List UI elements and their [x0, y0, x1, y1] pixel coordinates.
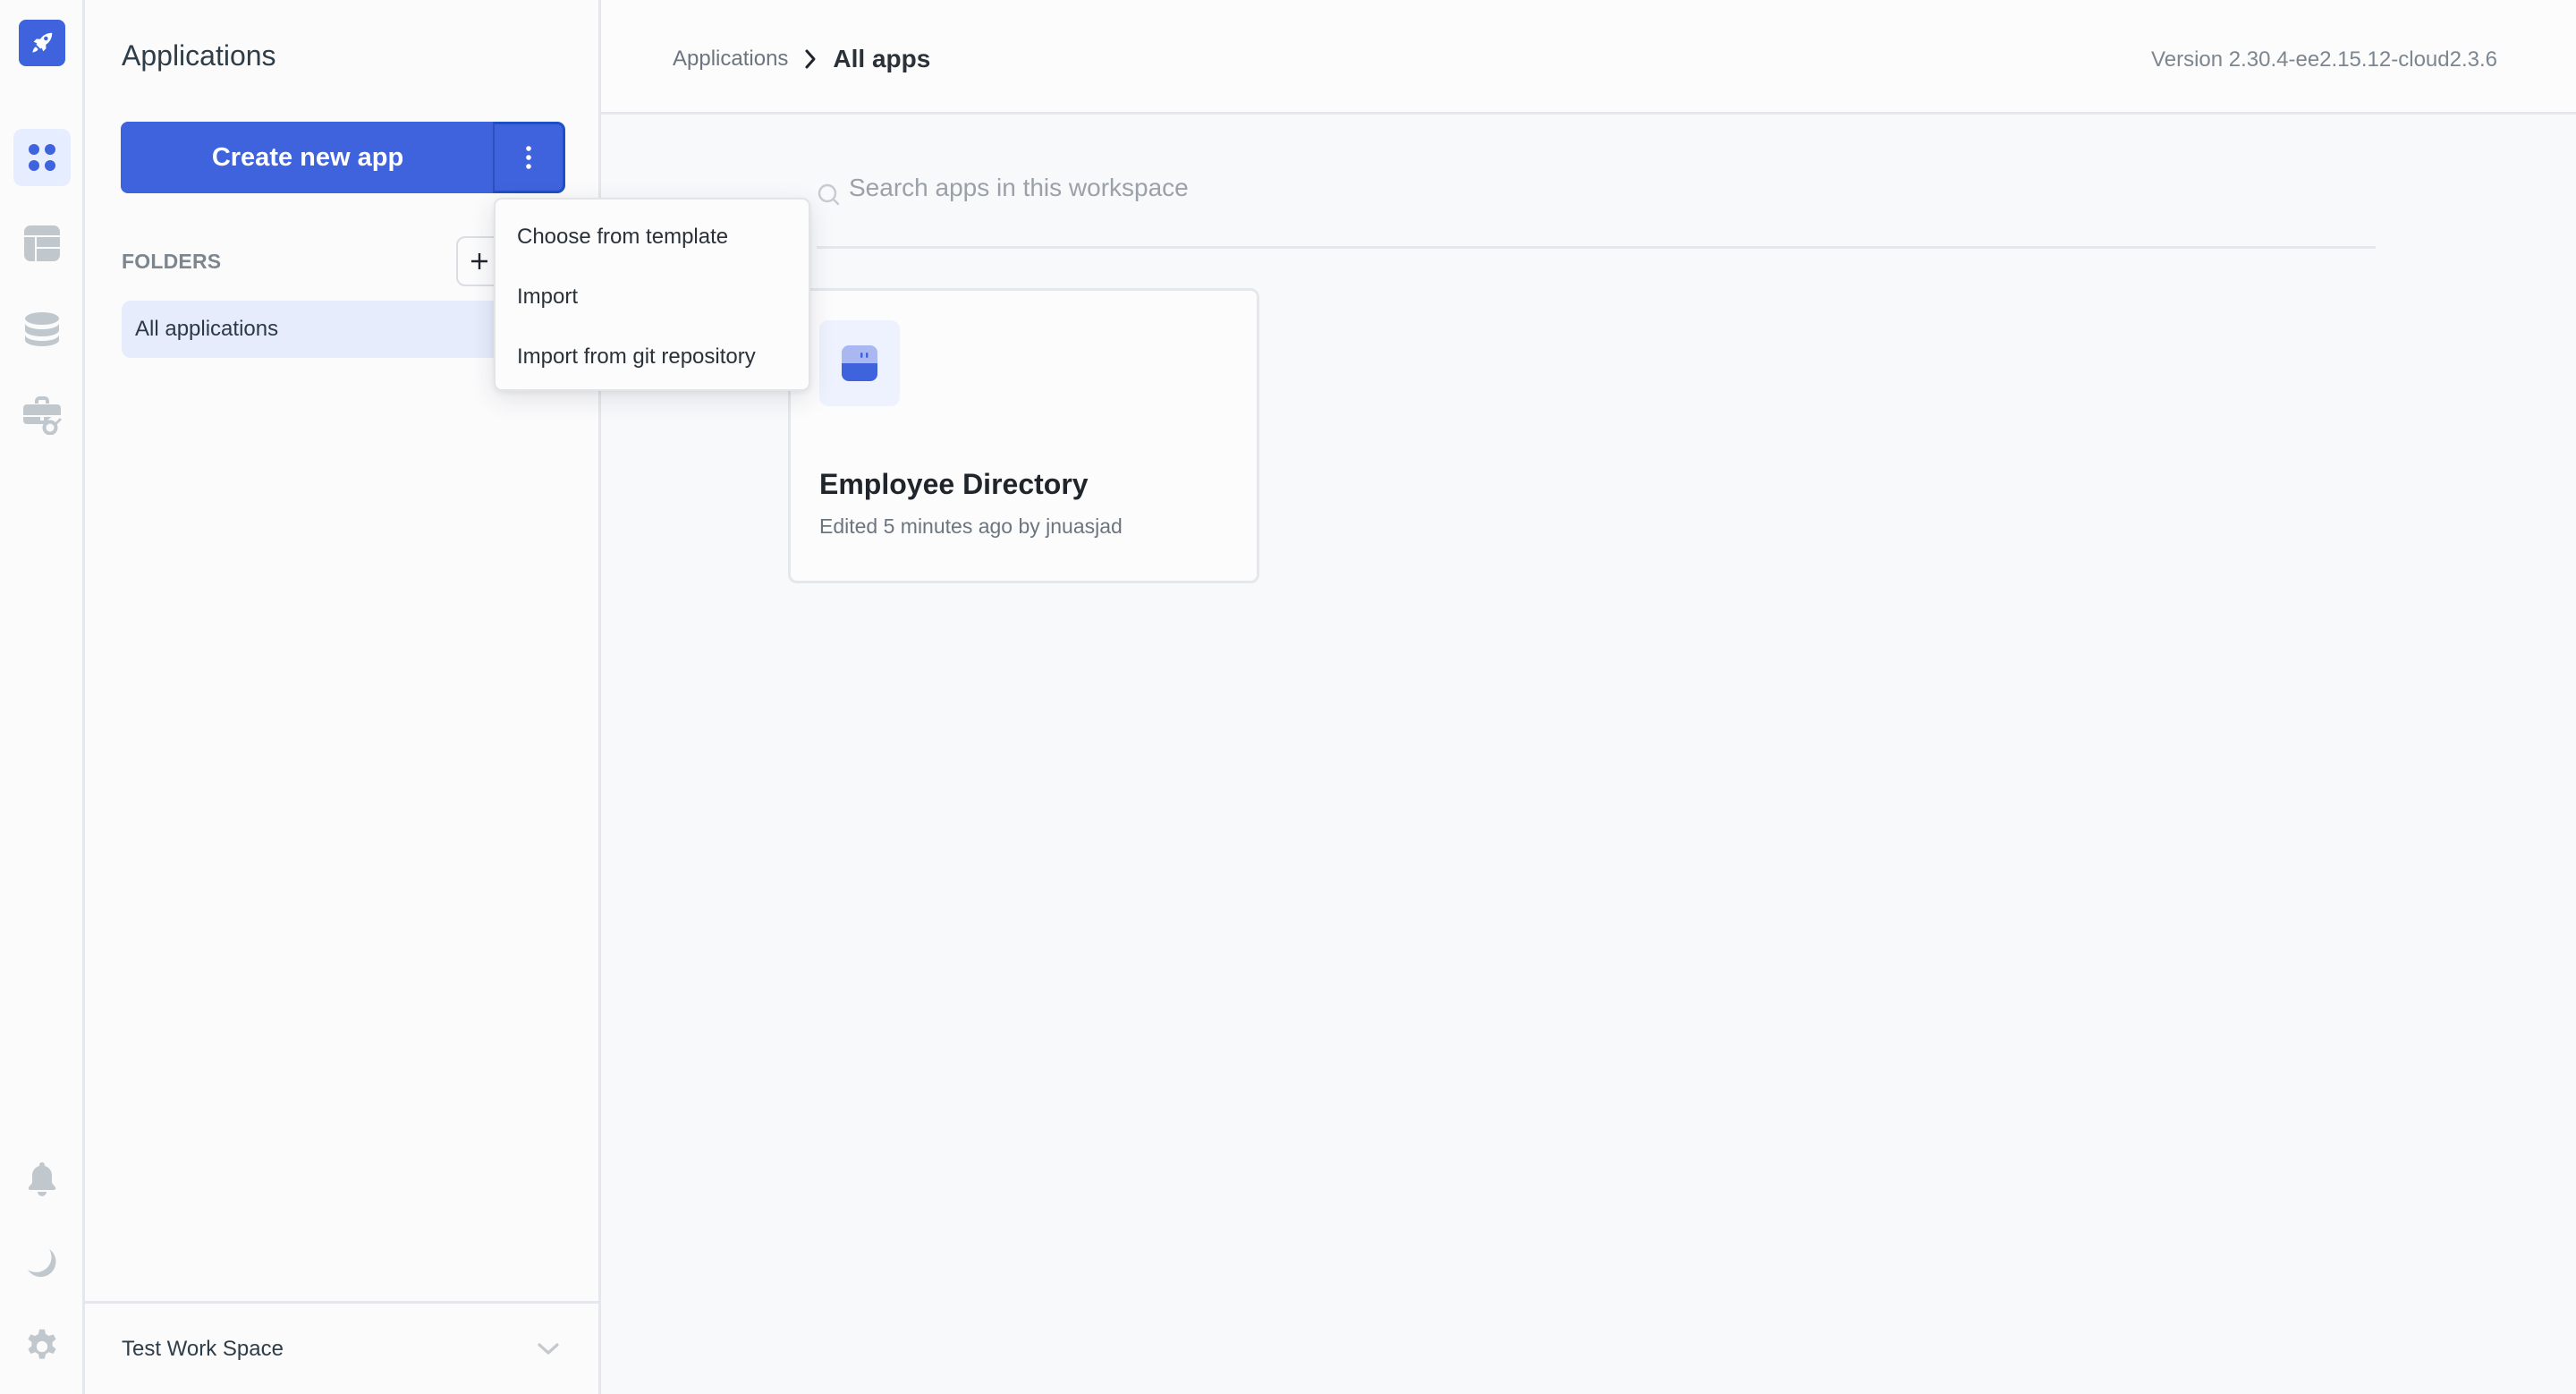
icon-rail [0, 0, 85, 1394]
version-label: Version 2.30.4-ee2.15.12-cloud2.3.6 [2151, 47, 2497, 72]
create-app-dropdown-menu: Choose from template Import Import from … [494, 198, 810, 391]
search-icon [818, 183, 840, 206]
workspace-name: Test Work Space [122, 1336, 284, 1361]
gear-icon [28, 1329, 56, 1359]
chevron-right-icon [805, 49, 816, 69]
rail-item-tables[interactable] [13, 215, 71, 272]
rail-item-notifications[interactable] [13, 1151, 71, 1208]
menu-item-import-from-git[interactable]: Import from git repository [496, 339, 809, 399]
search-bar [817, 170, 2376, 249]
app-icon [819, 320, 900, 406]
sidebar-title: Applications [122, 39, 276, 72]
workspace-switcher[interactable]: Test Work Space [85, 1301, 598, 1394]
breadcrumb-all-apps: All apps [833, 45, 931, 72]
folders-label: FOLDERS [122, 250, 222, 273]
page-header: Applications All apps Version 2.30.4-ee2… [601, 0, 2576, 115]
search-input[interactable] [849, 174, 1654, 202]
rail-item-settings[interactable] [13, 1318, 71, 1375]
kebab-icon [526, 146, 531, 169]
rail-item-database[interactable] [13, 301, 71, 358]
rail-item-workspace-constants[interactable] [13, 387, 71, 444]
app-edited-meta: Edited 5 minutes ago by jnuasjad [819, 514, 1123, 538]
breadcrumb-applications[interactable]: Applications [673, 47, 788, 72]
rail-item-theme[interactable] [13, 1235, 71, 1292]
bell-icon [28, 1162, 56, 1196]
app-card[interactable]: Employee Directory Edited 5 minutes ago … [788, 288, 1259, 583]
briefcase-key-icon [23, 396, 62, 435]
menu-item-import[interactable]: Import [496, 279, 809, 339]
moon-icon [28, 1249, 56, 1278]
table-icon [24, 225, 60, 261]
grid-icon [29, 144, 55, 171]
app-name: Employee Directory [819, 468, 1089, 500]
chevron-down-icon [538, 1342, 559, 1355]
database-icon [25, 312, 59, 346]
rocket-icon[interactable] [19, 20, 65, 66]
create-app-more-button[interactable] [493, 122, 565, 193]
breadcrumb: Applications All apps [673, 45, 930, 73]
plus-icon [471, 253, 487, 269]
folder-item-label: All applications [135, 317, 279, 341]
create-new-app-button[interactable]: Create new app [121, 122, 495, 193]
rail-item-apps[interactable] [13, 129, 71, 186]
menu-item-choose-from-template[interactable]: Choose from template [496, 219, 809, 279]
